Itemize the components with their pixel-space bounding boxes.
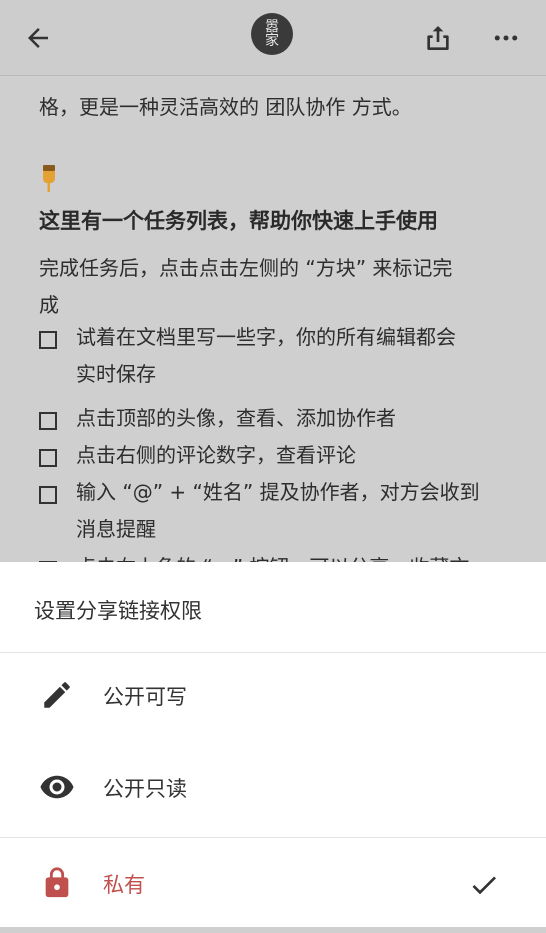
sheet-title: 设置分享链接权限 bbox=[34, 599, 202, 623]
top-app-bar: 嚣 家 bbox=[0, 0, 546, 76]
task-checkbox[interactable] bbox=[39, 331, 57, 349]
task-checkbox[interactable] bbox=[39, 412, 57, 430]
task-checkbox[interactable] bbox=[39, 486, 57, 504]
share-upload-icon bbox=[427, 26, 449, 50]
task-text-line-1: 试着在文档里写一些字，你的所有编辑都会 bbox=[76, 325, 456, 349]
back-button[interactable] bbox=[14, 14, 62, 62]
document-content: 格，更是一种灵活高效的 团队协作 方式。 这里有一个任务列表，帮助你快速上手使用… bbox=[0, 77, 546, 562]
task-text-line-1: 点击右上角的 “…” 按钮，可以分享、收藏文 bbox=[76, 549, 469, 562]
option-public-write[interactable]: 公开可写 bbox=[0, 655, 546, 745]
task-checkbox[interactable] bbox=[39, 449, 57, 467]
task-text-line-1: 点击右侧的评论数字，查看评论 bbox=[76, 443, 356, 467]
divider bbox=[0, 837, 546, 838]
task-text-line-2: 实时保存 bbox=[76, 362, 156, 386]
option-label: 公开只读 bbox=[103, 777, 187, 801]
pencil-icon bbox=[38, 676, 76, 714]
eye-icon bbox=[38, 768, 76, 806]
option-label: 私有 bbox=[103, 873, 145, 897]
description-line-1: 完成任务后，点击点击左侧的 “方块” 来标记完 bbox=[39, 256, 453, 280]
option-public-read[interactable]: 公开只读 bbox=[0, 747, 546, 837]
divider bbox=[0, 652, 546, 653]
checkmark-icon bbox=[468, 869, 500, 905]
option-private[interactable]: 私有 bbox=[0, 843, 546, 933]
pointing-down-hand-icon bbox=[40, 165, 62, 197]
more-horiz-icon bbox=[494, 35, 518, 41]
back-arrow-icon bbox=[28, 28, 48, 48]
share-permission-sheet: 设置分享链接权限 公开可写 公开只读 私有 bbox=[0, 562, 546, 927]
lock-icon bbox=[38, 864, 76, 902]
avatar[interactable]: 嚣 家 bbox=[251, 13, 293, 55]
task-text-line-1: 输入 “@” + “姓名” 提及协作者，对方会收到 bbox=[76, 480, 480, 504]
share-button[interactable] bbox=[414, 14, 462, 62]
description-line-2: 成 bbox=[39, 293, 59, 317]
task-text-line-1: 点击顶部的头像，查看、添加协作者 bbox=[76, 406, 396, 430]
option-label: 公开可写 bbox=[103, 685, 187, 709]
task-text-line-2: 消息提醒 bbox=[76, 517, 156, 541]
task-list-heading: 这里有一个任务列表，帮助你快速上手使用 bbox=[39, 209, 438, 233]
more-button[interactable] bbox=[482, 14, 530, 62]
intro-line: 格，更是一种灵活高效的 团队协作 方式。 bbox=[39, 95, 412, 119]
